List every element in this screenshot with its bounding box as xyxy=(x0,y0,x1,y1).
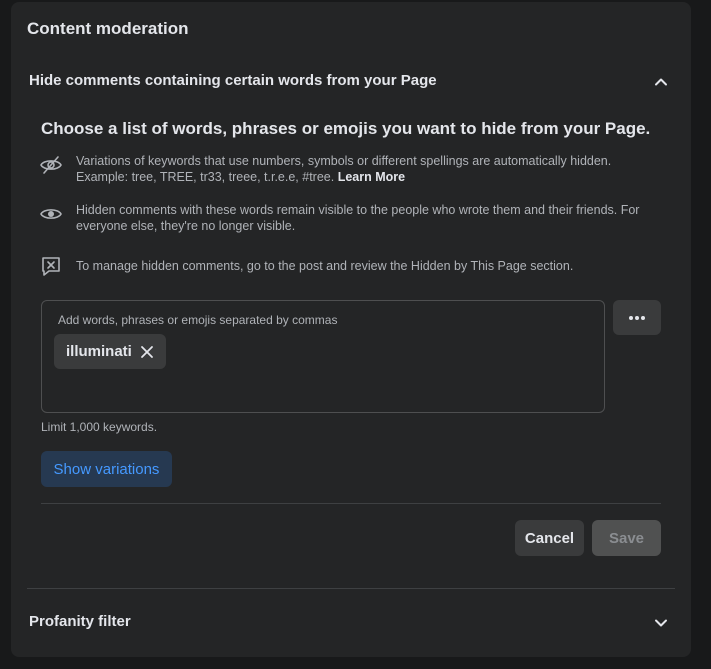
content-moderation-card: Content moderation Hide comments contain… xyxy=(11,2,691,657)
show-variations-button[interactable]: Show variations xyxy=(41,451,172,487)
more-options-button[interactable] xyxy=(613,300,661,335)
divider xyxy=(41,503,661,504)
section-header-label: Hide comments containing certain words f… xyxy=(29,72,437,89)
keyword-limit-text: Limit 1,000 keywords. xyxy=(41,420,158,434)
keyword-chip-label: illuminati xyxy=(66,343,132,360)
chevron-down-icon[interactable] xyxy=(653,615,669,631)
info-text-manage: To manage hidden comments, go to the pos… xyxy=(76,259,574,273)
info-text-visibility: Hidden comments with these words remain … xyxy=(76,203,640,233)
keywords-placeholder: Add words, phrases or emojis separated b… xyxy=(58,313,338,327)
info-text-variations: Variations of keywords that use numbers,… xyxy=(76,154,612,184)
hide-comments-section-header[interactable]: Hide comments containing certain words f… xyxy=(11,60,691,104)
remove-keyword-close-icon[interactable] xyxy=(140,345,154,359)
card-title: Content moderation xyxy=(27,19,189,38)
profanity-filter-section-header[interactable]: Profanity filter xyxy=(11,600,691,644)
eye-icon xyxy=(39,202,63,226)
eye-slash-icon xyxy=(39,153,63,177)
keyword-chip: illuminati xyxy=(54,334,166,369)
ellipsis-icon xyxy=(629,315,645,320)
section-heading: Choose a list of words, phrases or emoji… xyxy=(41,119,651,138)
cancel-button[interactable]: Cancel xyxy=(515,520,584,556)
keywords-input-box[interactable]: Add words, phrases or emojis separated b… xyxy=(41,300,605,413)
comment-x-icon xyxy=(39,254,63,278)
section-divider xyxy=(27,588,675,589)
save-button[interactable]: Save xyxy=(592,520,661,556)
chevron-up-icon[interactable] xyxy=(653,74,669,90)
learn-more-link[interactable]: Learn More xyxy=(338,170,405,184)
profanity-filter-label: Profanity filter xyxy=(29,613,131,630)
